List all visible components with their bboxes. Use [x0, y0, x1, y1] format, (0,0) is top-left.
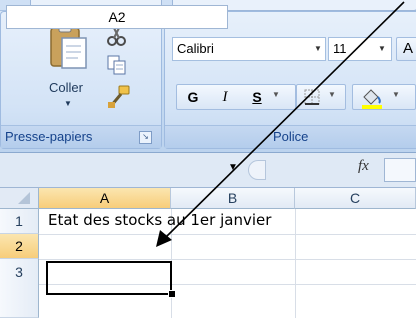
font-group-label: Police — [165, 125, 416, 148]
row-header-3[interactable]: 3 — [0, 259, 39, 318]
gridline — [39, 259, 416, 260]
underline-button[interactable]: S — [244, 85, 270, 109]
clipboard-group-label: Presse-papiers ↘ — [1, 125, 161, 148]
row-header-1[interactable]: 1 — [0, 209, 39, 234]
gridline — [39, 234, 416, 235]
worksheet-grid: A B C 1 2 3 Etat des stocks au 1er janvi… — [0, 188, 416, 318]
grow-font-button[interactable]: A — [396, 37, 416, 61]
bold-button[interactable]: G — [180, 85, 206, 109]
copy-icon[interactable] — [106, 54, 128, 76]
cell-a1[interactable]: Etat des stocks au 1er janvier — [48, 211, 271, 229]
font-name-combo[interactable]: Calibri — [172, 37, 326, 61]
formula-input[interactable] — [384, 158, 416, 182]
column-header-a[interactable]: A — [39, 188, 171, 209]
borders-icon — [304, 89, 320, 105]
font-size-dropdown-icon[interactable]: ▼ — [374, 38, 390, 60]
name-box-value: A2 — [108, 9, 126, 25]
insert-function-button[interactable]: fx — [358, 158, 369, 175]
column-header-b[interactable]: B — [171, 188, 295, 209]
clipboard-group-label-text: Presse-papiers — [5, 129, 93, 144]
name-box[interactable]: A2 — [6, 5, 228, 29]
fill-color-icon — [362, 89, 382, 109]
grow-font-label: A — [402, 40, 413, 57]
paste-dropdown-icon[interactable]: ▼ — [64, 99, 72, 108]
borders-dropdown-icon[interactable]: ▼ — [328, 90, 336, 99]
font-name-dropdown-icon[interactable]: ▼ — [310, 38, 326, 60]
formula-bar-resize-handle[interactable] — [248, 160, 266, 180]
paste-icon — [50, 23, 87, 69]
underline-dropdown-icon[interactable]: ▼ — [272, 90, 280, 99]
paste-button[interactable]: Coller ▼ — [44, 18, 100, 114]
formula-row — [0, 153, 416, 188]
format-painter-icon[interactable] — [106, 84, 132, 110]
gridline — [295, 209, 296, 318]
font-size-value: 11 — [333, 41, 347, 56]
active-cell-a2[interactable] — [46, 261, 172, 295]
font-group-label-text: Police — [273, 129, 309, 144]
font-group: Police — [164, 11, 416, 149]
clipboard-dialog-launcher-icon[interactable]: ↘ — [139, 131, 152, 144]
name-box-dropdown-icon[interactable]: ▼ — [228, 162, 238, 173]
paste-label: Coller — [49, 80, 83, 95]
italic-button[interactable]: I — [212, 85, 238, 109]
column-header-c[interactable]: C — [295, 188, 416, 209]
font-name-value: Calibri — [177, 41, 214, 56]
select-all-corner[interactable] — [0, 188, 39, 209]
fill-handle[interactable] — [168, 290, 176, 298]
fill-color-dropdown-icon[interactable]: ▼ — [392, 90, 400, 99]
